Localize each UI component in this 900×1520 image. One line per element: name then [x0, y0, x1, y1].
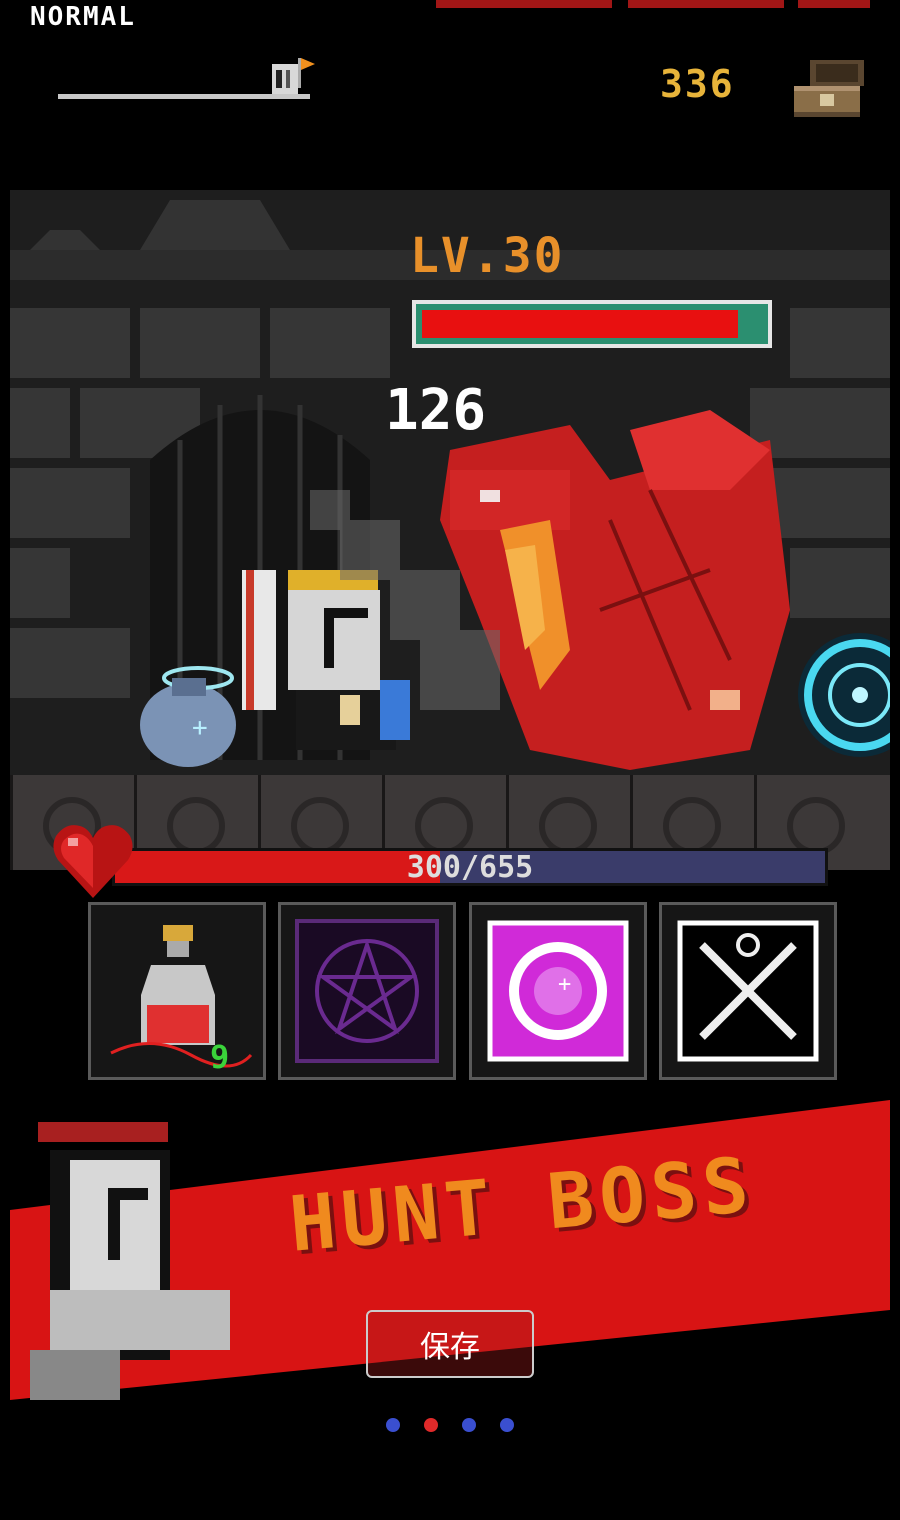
treasure-chest-icon[interactable] [792, 58, 868, 120]
player-hp-text: 300/655 [406, 850, 534, 885]
page-dot[interactable] [424, 1418, 438, 1432]
boss-hp-bar [412, 300, 772, 348]
skill-slot-seal[interactable] [278, 902, 456, 1080]
battle-scene: + [10, 190, 890, 870]
boss-hp-fill [422, 310, 738, 338]
top-strip-2 [628, 0, 784, 8]
gold-count: 336 [660, 62, 735, 106]
damage-number: 126 [385, 378, 487, 443]
orb-burst-icon: + [487, 920, 629, 1062]
potion-icon [110, 925, 253, 1068]
boss-level-label: LV.30 [410, 228, 565, 284]
dungeon-wall: + [10, 190, 890, 870]
skill-slot-swords[interactable] [659, 902, 837, 1080]
heart-icon [53, 825, 133, 898]
page-dot[interactable] [500, 1418, 514, 1432]
difficulty-label: NORMAL [30, 2, 136, 32]
skill-slot-orb[interactable]: + [469, 902, 647, 1080]
skill-slot-potion[interactable] [88, 902, 266, 1080]
crossed-swords-icon [677, 920, 819, 1062]
page-dot[interactable] [386, 1418, 400, 1432]
pentagram-seal-icon [295, 919, 439, 1063]
potion-count: 9 [210, 1038, 230, 1076]
top-strip-3 [798, 0, 870, 8]
save-button[interactable]: 保存 [366, 1310, 534, 1378]
svg-text:+: + [192, 713, 208, 743]
stage-marker-icon [272, 58, 315, 94]
page-dot[interactable] [462, 1418, 476, 1432]
svg-text:+: + [558, 972, 571, 997]
top-strip-1 [436, 0, 612, 8]
